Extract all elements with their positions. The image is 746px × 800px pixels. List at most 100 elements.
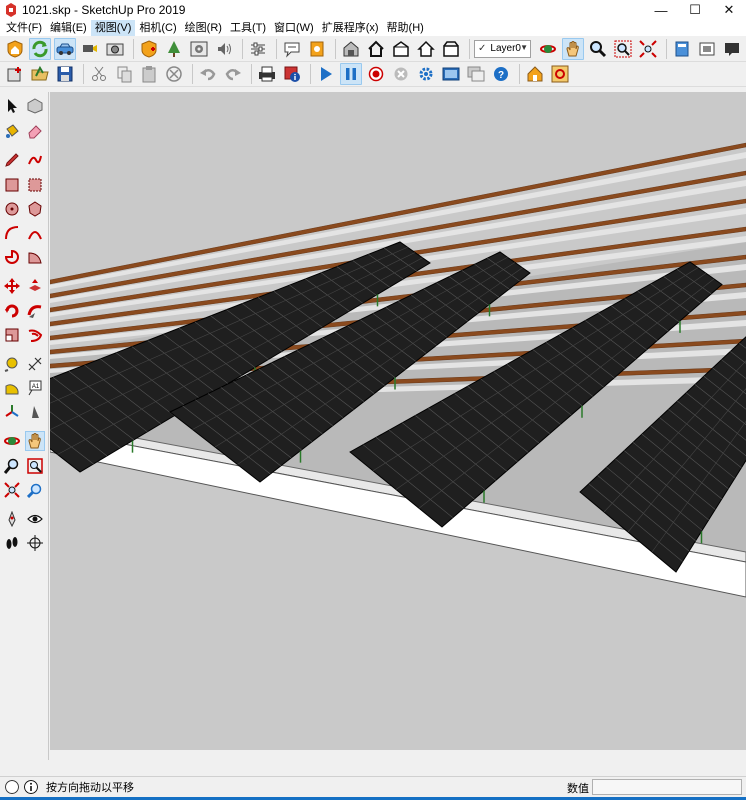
axes-tool[interactable]	[2, 402, 22, 422]
house-side-button[interactable]	[440, 38, 462, 60]
info-book-button[interactable]	[306, 38, 328, 60]
redo-button[interactable]	[222, 63, 244, 85]
geo-location-icon[interactable]	[5, 780, 19, 794]
menu-window[interactable]: 窗口(W)	[270, 20, 318, 36]
undo-button[interactable]	[197, 63, 219, 85]
pie-tool[interactable]	[2, 247, 22, 267]
menu-tools[interactable]: 工具(T)	[226, 20, 270, 36]
record-button[interactable]	[365, 63, 387, 85]
position-camera-tool[interactable]	[2, 509, 22, 529]
close-button[interactable]: ✕	[712, 0, 746, 20]
message-button[interactable]	[721, 38, 743, 60]
camera-drag-button[interactable]	[79, 38, 101, 60]
help-button[interactable]: ?	[490, 63, 512, 85]
scene-button[interactable]	[440, 63, 462, 85]
dimension-tool[interactable]	[25, 354, 45, 374]
rectangle-tool[interactable]	[2, 175, 22, 195]
menu-view[interactable]: 视图(V)	[90, 20, 136, 36]
minimize-button[interactable]: —	[644, 0, 678, 20]
circle-tool[interactable]	[2, 199, 22, 219]
warehouse-button[interactable]	[340, 38, 362, 60]
cut-button[interactable]	[88, 63, 110, 85]
offset-tool[interactable]	[25, 325, 45, 345]
sliders-button[interactable]	[247, 38, 269, 60]
menu-camera[interactable]: 相机(C)	[135, 20, 180, 36]
freehand-tool[interactable]	[25, 150, 45, 170]
move-tool[interactable]	[2, 276, 22, 296]
house-button[interactable]	[390, 38, 412, 60]
push-pull-tool[interactable]	[25, 276, 45, 296]
info-icon[interactable]	[24, 780, 38, 794]
copy-scene-button[interactable]	[465, 63, 487, 85]
menu-help[interactable]: 帮助(H)	[383, 20, 428, 36]
model-shield-button[interactable]	[138, 38, 160, 60]
copy-button[interactable]	[113, 63, 135, 85]
polygon-tool[interactable]	[25, 199, 45, 219]
previous-view-tool[interactable]	[25, 480, 45, 500]
section-tool[interactable]	[25, 533, 45, 553]
zoom-tool[interactable]	[2, 456, 22, 476]
photo-settings-button[interactable]	[188, 38, 210, 60]
play-button[interactable]	[315, 63, 337, 85]
layer-dropdown[interactable]: ✓ Layer0 ▼	[474, 39, 531, 58]
stop-button[interactable]	[390, 63, 412, 85]
tape-measure-tool[interactable]	[2, 354, 22, 374]
zoom-window-tool[interactable]	[25, 456, 45, 476]
section-plane-tool[interactable]	[25, 402, 45, 422]
pause-button[interactable]	[340, 63, 362, 85]
refresh-button[interactable]	[29, 37, 51, 60]
pan-button[interactable]	[562, 37, 584, 60]
zoom-window-button[interactable]	[612, 38, 634, 60]
rotated-rectangle-tool[interactable]	[25, 175, 45, 195]
open-folder-button[interactable]	[29, 63, 51, 85]
zoom-extents-button[interactable]	[637, 38, 659, 60]
zoom-extents-tool[interactable]	[2, 480, 22, 500]
speaker-button[interactable]	[213, 38, 235, 60]
maximize-button[interactable]: ☐	[678, 0, 712, 20]
menu-edit[interactable]: 编辑(E)	[46, 20, 91, 36]
menu-draw[interactable]: 绘图(R)	[181, 20, 226, 36]
menu-extensions[interactable]: 扩展程序(x)	[318, 20, 383, 36]
select-tool[interactable]	[2, 96, 22, 116]
house-shield-button[interactable]	[4, 38, 26, 60]
comment-button[interactable]	[281, 38, 303, 60]
settings-button[interactable]	[415, 63, 437, 85]
car-button[interactable]	[54, 37, 76, 60]
tree-button[interactable]	[163, 38, 185, 60]
follow-me-tool[interactable]	[25, 301, 45, 321]
protractor-tool[interactable]	[2, 378, 22, 398]
pan-tool[interactable]	[25, 431, 45, 451]
model-viewport[interactable]	[50, 92, 746, 750]
scene-house-button[interactable]	[524, 63, 546, 85]
sector-tool[interactable]	[25, 247, 45, 267]
scene-target-button[interactable]	[549, 63, 571, 85]
orbit-tool[interactable]	[2, 431, 22, 451]
book-button[interactable]	[671, 38, 693, 60]
rotate-tool[interactable]	[2, 301, 22, 321]
picture-button[interactable]	[696, 38, 718, 60]
sketchup-logo-icon	[6, 3, 16, 17]
make-component-tool[interactable]	[25, 96, 45, 116]
look-around-tool[interactable]	[25, 509, 45, 529]
house-outline-button[interactable]	[415, 38, 437, 60]
three-point-arc-tool[interactable]	[25, 223, 45, 243]
measurements-input[interactable]	[592, 779, 742, 795]
paste-button[interactable]	[138, 63, 160, 85]
photo-button[interactable]	[104, 38, 126, 60]
menu-file[interactable]: 文件(F)	[2, 20, 46, 36]
orbit-button[interactable]	[537, 38, 559, 60]
scale-tool[interactable]	[2, 325, 22, 345]
walk-tool[interactable]	[2, 533, 22, 553]
model-info-button[interactable]	[281, 63, 303, 85]
3d-text-tool[interactable]: A1	[25, 378, 45, 398]
save-button[interactable]	[54, 63, 76, 85]
print-button[interactable]	[256, 63, 278, 85]
pencil-tool[interactable]	[2, 150, 22, 170]
erase-button[interactable]	[163, 63, 185, 85]
paint-bucket-tool[interactable]	[2, 121, 22, 141]
eraser-tool[interactable]	[25, 121, 45, 141]
zoom-button[interactable]	[587, 38, 609, 60]
house-front-button[interactable]	[365, 38, 387, 60]
add-location-button[interactable]	[4, 63, 26, 85]
arc-tool[interactable]	[2, 223, 22, 243]
